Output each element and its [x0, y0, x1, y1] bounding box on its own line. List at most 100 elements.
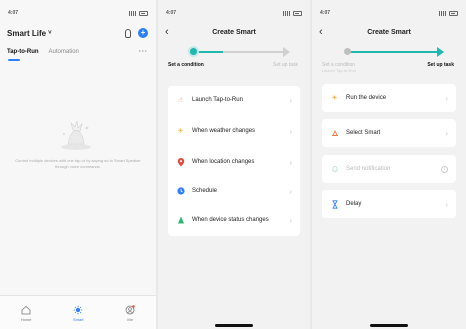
step-labels: Set a condition Set up task [168, 62, 298, 68]
battery-icon [449, 10, 458, 16]
tabbar-smart[interactable]: Smart [73, 305, 84, 322]
me-icon [125, 305, 135, 315]
chevron-right-icon: › [289, 95, 292, 105]
status-time: 4:07 [166, 10, 177, 16]
task-delay-card[interactable]: Delay › [322, 190, 456, 218]
hourglass-icon [330, 199, 339, 209]
step-label-task: Set up task [427, 62, 454, 68]
chevron-right-icon: › [289, 215, 292, 225]
step-line-pending [223, 51, 283, 53]
task-label: Send notification [346, 166, 391, 172]
task-label: Run the device [346, 95, 387, 101]
step-label-condition-sub: Launch Tap-to-Run [322, 68, 356, 73]
task-run-device-card[interactable]: ☀ Run the device › [322, 84, 456, 112]
task-send-notification: Send notification i [322, 155, 456, 183]
page-title: Smart Life [7, 28, 47, 38]
hand-tap-icon: ☝ [178, 96, 183, 104]
condition-label: Launch Tap-to-Run [192, 97, 243, 103]
empty-state-icon [61, 120, 91, 150]
tabbar-home-label: Home [20, 317, 32, 322]
step-label-condition: Set a condition [168, 62, 204, 68]
condition-device-status[interactable]: When device status changes › [168, 206, 300, 234]
nav-bar: ‹ Create Smart [312, 24, 466, 40]
device-run-icon: ☀ [331, 94, 338, 102]
create-smart-condition-screen: 4:07 ‹ Create Smart Set a condition Set … [158, 0, 310, 329]
tabbar-home[interactable]: Home [20, 305, 32, 322]
add-smart-button[interactable]: + [138, 28, 148, 38]
device-icon [176, 216, 185, 225]
chevron-right-icon: › [289, 157, 292, 167]
step-label-task: Set up task [272, 62, 298, 68]
task-run-device[interactable]: ☀ Run the device › [322, 84, 456, 112]
back-button[interactable]: ‹ [319, 25, 323, 39]
condition-label: Schedule [192, 188, 218, 194]
status-bar: 4:07 [320, 8, 458, 18]
task-delay[interactable]: Delay › [322, 190, 456, 218]
smart-tabs: Tap-to-Run Automation ··· [7, 46, 148, 58]
home-indicator [215, 324, 253, 327]
task-send-notification-card: Send notification i [322, 155, 456, 183]
task-label: Delay [346, 201, 362, 207]
battery-icon [293, 10, 302, 16]
chevron-right-icon: › [445, 199, 448, 209]
chevron-right-icon: › [289, 126, 292, 136]
page-title: Create Smart [212, 28, 256, 36]
chevron-right-icon: › [445, 93, 448, 103]
location-pin-icon [176, 157, 185, 167]
tab-tap-to-run[interactable]: Tap-to-Run [7, 49, 39, 55]
step-progress [190, 47, 290, 57]
condition-label: When location changes [192, 159, 255, 165]
bell-icon [330, 165, 339, 174]
sun-icon: ☀ [177, 127, 184, 135]
tab-automation[interactable]: Automation [49, 49, 79, 55]
smart-life-screen: 4:07 Smart Life ˅ + Tap-to-Run Automatio… [0, 0, 156, 329]
step-label-condition: Set a condition Launch Tap-to-Run [322, 62, 356, 74]
status-system-icons [129, 10, 148, 16]
home-indicator [370, 324, 408, 327]
tabbar-me[interactable]: Me [125, 305, 135, 322]
condition-launch-tap-to-run[interactable]: ☝ Launch Tap-to-Run › [168, 86, 300, 114]
home-icon [21, 305, 31, 315]
home-selector[interactable]: Smart Life ˅ [7, 29, 52, 38]
step-line-done [347, 51, 437, 53]
step-dot-done [344, 48, 351, 55]
task-label: Select Smart [346, 130, 381, 136]
signal-icon [283, 10, 291, 16]
step-arrow-icon [437, 47, 444, 57]
status-time: 4:07 [320, 10, 331, 16]
step-arrow-icon [283, 47, 290, 57]
chevron-right-icon: › [289, 186, 292, 196]
microphone-icon[interactable] [125, 28, 131, 38]
chevron-down-icon: ˅ [48, 30, 52, 36]
page-title: Create Smart [367, 28, 411, 36]
step-progress [344, 47, 446, 57]
step-labels: Set a condition Launch Tap-to-Run Set up… [322, 62, 454, 74]
app-header: Smart Life ˅ + [7, 26, 148, 40]
status-bar: 4:07 [166, 8, 302, 18]
status-system-icons [283, 10, 302, 16]
chevron-right-icon: › [445, 128, 448, 138]
tabbar-smart-label: Smart [72, 317, 84, 322]
condition-schedule[interactable]: Schedule › [168, 177, 300, 205]
clock-icon [176, 187, 185, 196]
condition-weather[interactable]: ☀ When weather changes › [168, 117, 300, 145]
condition-list: ☝ Launch Tap-to-Run › ☀ When weather cha… [168, 86, 300, 236]
battery-icon [139, 10, 148, 16]
create-smart-task-screen: 4:07 ‹ Create Smart Set a condition Laun… [312, 0, 466, 329]
status-time: 4:07 [8, 10, 19, 16]
active-tab-indicator [8, 59, 20, 61]
smart-select-icon [330, 129, 339, 138]
more-options-button[interactable]: ··· [139, 49, 148, 55]
task-select-smart-card[interactable]: Select Smart › [322, 119, 456, 147]
condition-location[interactable]: When location changes › [168, 148, 300, 176]
step-line-done [193, 51, 223, 53]
bottom-tab-bar: Home Smart Me [0, 295, 156, 329]
empty-state-text: Control multiple devices with one tap or… [15, 158, 141, 169]
condition-label: When weather changes [192, 128, 256, 134]
task-select-smart[interactable]: Select Smart › [322, 119, 456, 147]
step-dot-current [190, 48, 197, 55]
smart-icon [74, 305, 83, 315]
tabbar-me-label: Me [127, 317, 133, 322]
back-button[interactable]: ‹ [165, 25, 169, 39]
info-icon: i [441, 165, 448, 173]
